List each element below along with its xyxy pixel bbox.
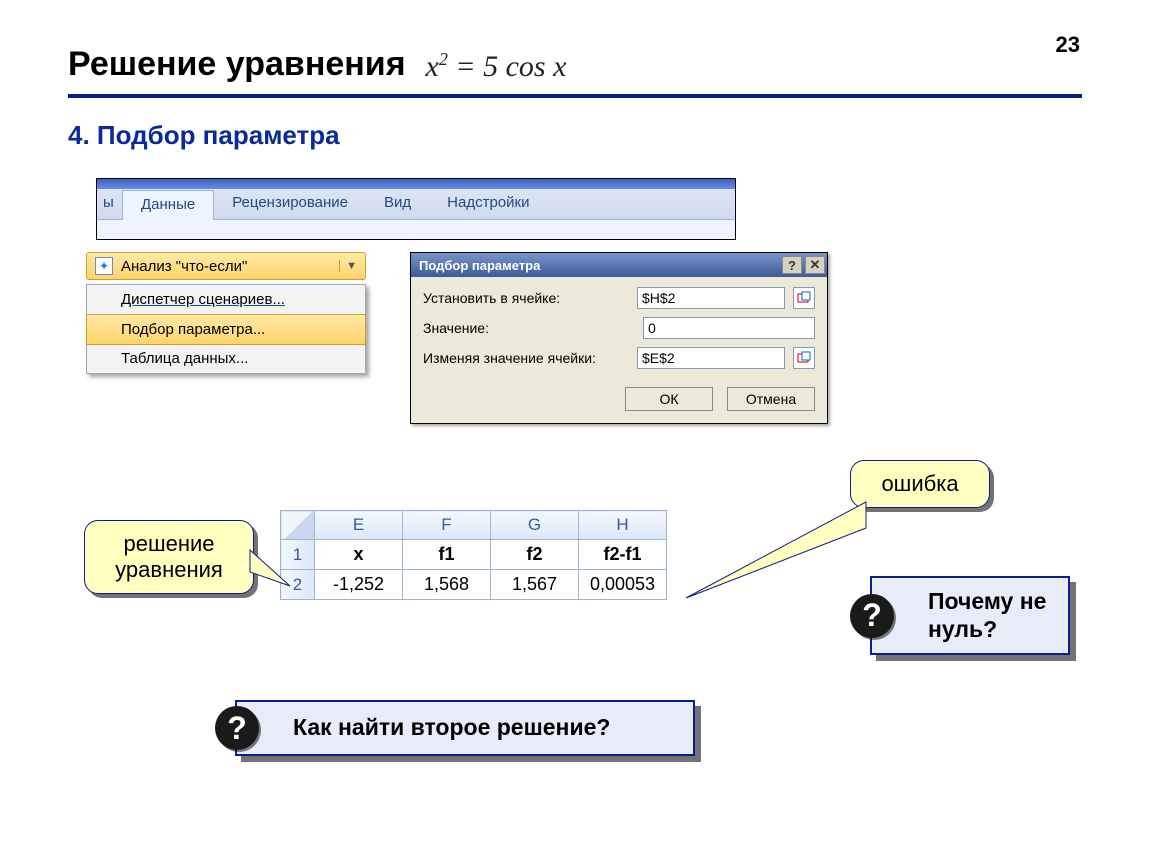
window-titlebar-frag [97, 179, 735, 189]
ribbon-tab-cut[interactable]: ы [97, 189, 122, 219]
question-why-not-zero: ? Почему не нуль? [870, 576, 1070, 655]
callout-solution: решение уравнения [84, 520, 254, 594]
worksheet-fragment: E F G H 1 x f1 f2 f2-f1 2 -1,252 1,568 1… [280, 510, 667, 600]
row-header-2[interactable]: 2 [281, 570, 315, 600]
input-value[interactable] [643, 317, 815, 339]
input-changing-cell[interactable] [637, 347, 785, 369]
refedit-icon [797, 351, 811, 365]
cell-h2[interactable]: 0,00053 [579, 570, 667, 600]
dialog-help-button[interactable]: ? [782, 256, 802, 274]
ribbon-tab-view[interactable]: Вид [366, 189, 429, 219]
goal-seek-dialog: Подбор параметра ? ✕ Установить в ячейке… [410, 252, 828, 424]
whatif-menu: Диспетчер сценариев... Подбор параметра.… [86, 284, 366, 374]
equation: x2 = 5 cos x [426, 49, 567, 84]
question-mark-icon: ? [850, 594, 894, 638]
label-value: Значение: [423, 320, 635, 336]
input-set-cell[interactable] [637, 287, 785, 309]
label-set-cell: Установить в ячейке: [423, 290, 629, 306]
cell-h1[interactable]: f2-f1 [579, 540, 667, 570]
dialog-close-button[interactable]: ✕ [805, 256, 825, 274]
refedit-icon [797, 291, 811, 305]
cell-f2[interactable]: 1,568 [403, 570, 491, 600]
whatif-dropdown: ✦ Анализ "что-если" ▼ Диспетчер сценарие… [86, 252, 366, 374]
menu-item-goal-seek[interactable]: Подбор параметра... [86, 314, 366, 345]
callout-error: ошибка [850, 460, 990, 508]
cancel-button[interactable]: Отмена [727, 387, 815, 411]
select-all-corner[interactable] [281, 511, 315, 540]
ribbon-tab-data[interactable]: Данные [122, 190, 214, 220]
cell-g2[interactable]: 1,567 [491, 570, 579, 600]
ribbon-screenshot: ы Данные Рецензирование Вид Надстройки [96, 178, 736, 240]
cell-g1[interactable]: f2 [491, 540, 579, 570]
question-mark-icon: ? [215, 706, 259, 750]
row-header-1[interactable]: 1 [281, 540, 315, 570]
slide-title-row: Решение уравнения x2 = 5 cos x [68, 45, 1082, 98]
whatif-button-label: Анализ "что-если" [121, 258, 247, 275]
col-header-f[interactable]: F [403, 511, 491, 540]
dropdown-caret-icon: ▼ [339, 260, 357, 272]
ok-button[interactable]: ОК [625, 387, 713, 411]
refedit-button-changing[interactable] [793, 347, 815, 369]
col-header-e[interactable]: E [315, 511, 403, 540]
col-header-h[interactable]: H [579, 511, 667, 540]
question-second-solution: ? Как найти второе решение? [235, 700, 695, 756]
whatif-icon: ✦ [95, 257, 113, 275]
dialog-titlebar: Подбор параметра ? ✕ [411, 253, 827, 277]
cell-e2[interactable]: -1,252 [315, 570, 403, 600]
label-changing-cell: Изменяя значение ячейки: [423, 350, 629, 366]
callout-error-tail [680, 498, 870, 606]
slide-title: Решение уравнения [68, 45, 406, 84]
whatif-button[interactable]: ✦ Анализ "что-если" ▼ [86, 252, 366, 280]
ribbon-body [97, 219, 735, 239]
refedit-button-setcell[interactable] [793, 287, 815, 309]
menu-item-scenario-manager[interactable]: Диспетчер сценариев... [87, 285, 365, 315]
menu-item-data-table[interactable]: Таблица данных... [87, 344, 365, 373]
cell-e1[interactable]: x [315, 540, 403, 570]
ribbon-tabstrip: ы Данные Рецензирование Вид Надстройки [97, 189, 735, 219]
dialog-title: Подбор параметра [419, 258, 540, 273]
col-header-g[interactable]: G [491, 511, 579, 540]
section-subtitle: 4. Подбор параметра [68, 120, 340, 151]
ribbon-tab-addins[interactable]: Надстройки [429, 189, 547, 219]
cell-f1[interactable]: f1 [403, 540, 491, 570]
ribbon-tab-review[interactable]: Рецензирование [214, 189, 366, 219]
